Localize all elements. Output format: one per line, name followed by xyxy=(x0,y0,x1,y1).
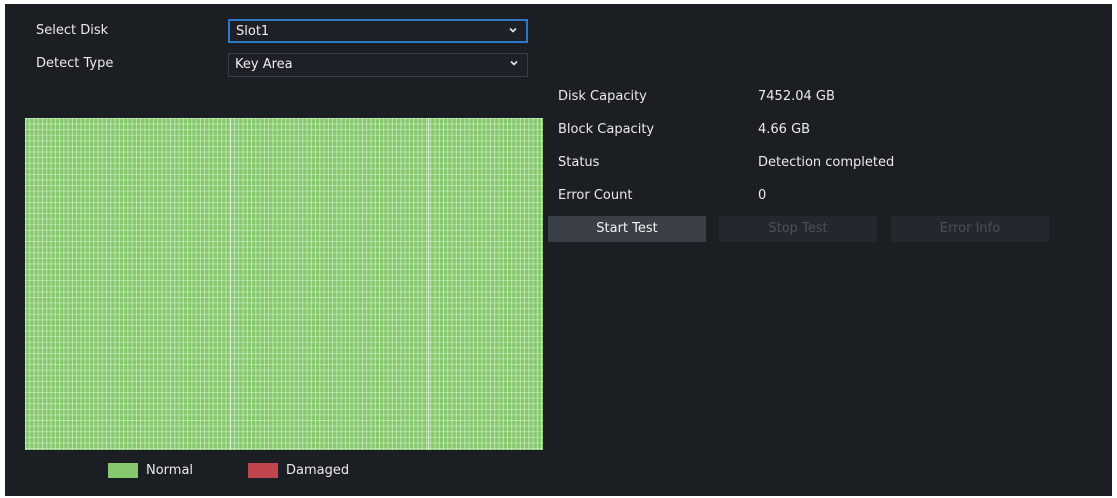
stop-test-button[interactable]: Stop Test xyxy=(719,216,877,242)
select-disk-value: Slot1 xyxy=(236,24,270,39)
chevron-down-icon xyxy=(509,27,517,33)
detect-type-label: Detect Type xyxy=(36,56,114,71)
error-count-value: 0 xyxy=(758,188,767,203)
disk-block-map xyxy=(25,118,543,450)
error-info-button[interactable]: Error Info xyxy=(891,216,1049,242)
grid-divider xyxy=(428,118,429,450)
disk-detection-panel: Select Disk Slot1 Detect Type Key Area N… xyxy=(5,4,1112,496)
select-disk-label: Select Disk xyxy=(36,23,109,38)
legend-normal-label: Normal xyxy=(146,463,194,478)
error-count-label: Error Count xyxy=(558,188,633,203)
start-test-button[interactable]: Start Test xyxy=(548,216,706,242)
chevron-down-icon xyxy=(510,60,518,66)
legend-damaged-swatch xyxy=(248,463,278,478)
disk-capacity-label: Disk Capacity xyxy=(558,89,647,104)
legend-normal-swatch xyxy=(108,463,138,478)
status-value: Detection completed xyxy=(758,155,895,170)
block-capacity-label: Block Capacity xyxy=(558,122,655,137)
detect-type-value: Key Area xyxy=(235,57,293,72)
legend-damaged-label: Damaged xyxy=(286,463,350,478)
select-disk-dropdown[interactable]: Slot1 xyxy=(228,19,528,43)
grid-divider xyxy=(230,118,231,450)
detect-type-dropdown[interactable]: Key Area xyxy=(228,53,528,77)
status-label: Status xyxy=(558,155,600,170)
disk-capacity-value: 7452.04 GB xyxy=(758,89,835,104)
block-capacity-value: 4.66 GB xyxy=(758,122,811,137)
